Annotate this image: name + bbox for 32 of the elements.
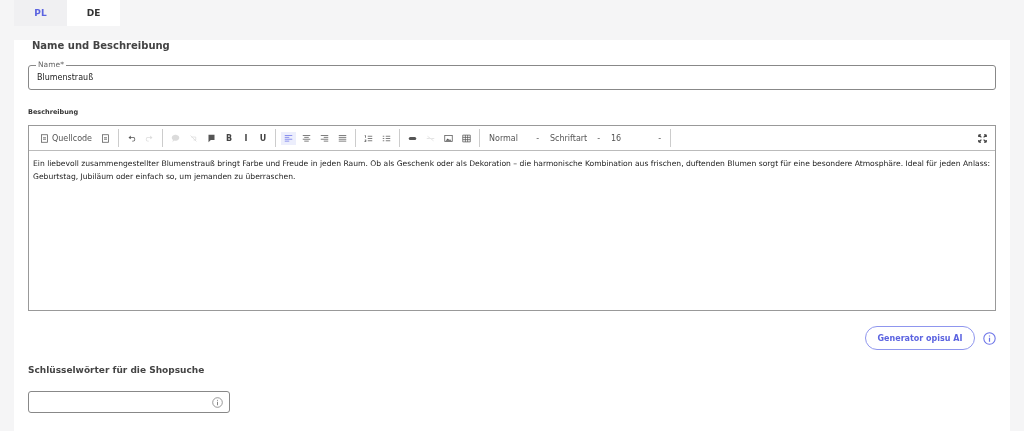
redo-icon: [145, 133, 155, 143]
align-left-icon: [284, 133, 294, 143]
align-center-icon: [302, 133, 312, 143]
undo-icon: [127, 133, 137, 143]
section-title: Schlüsselwörter für die Shopsuche: [28, 364, 206, 377]
format-button[interactable]: I: [239, 131, 254, 145]
align-left-button[interactable]: [281, 131, 297, 145]
bullet-list-icon: [382, 133, 392, 143]
image-icon: [444, 133, 454, 143]
fullscreen-icon[interactable]: [978, 133, 987, 143]
speech-bubble-icon: [171, 133, 181, 143]
source-button[interactable]: Quellcode: [37, 131, 96, 145]
info-icon[interactable]: [212, 396, 223, 408]
justify-icon: [338, 133, 348, 143]
keywords-field[interactable]: [28, 391, 230, 413]
table-icon: [462, 133, 472, 143]
format-dropdown[interactable]: 16 -: [607, 133, 666, 143]
language-tab[interactable]: DE: [67, 0, 120, 26]
info-icon[interactable]: [983, 331, 996, 345]
document-icon: [40, 133, 49, 143]
numbered-list-icon: [364, 133, 374, 143]
language-tab[interactable]: PL: [14, 0, 67, 26]
unlink-icon: [426, 133, 436, 143]
format-dropdown[interactable]: Normal -: [485, 133, 544, 143]
format-button[interactable]: B: [222, 131, 237, 145]
align-right-icon: [320, 133, 330, 143]
format-button[interactable]: U: [256, 131, 271, 145]
section-title: Name und Beschreibung: [32, 40, 170, 51]
crossed-comment-icon: [189, 133, 199, 143]
ai-generator-button[interactable]: Generator opisu AI: [865, 326, 975, 350]
comment-icon: [207, 133, 217, 143]
format-dropdown[interactable]: Schriftart -: [546, 133, 605, 143]
